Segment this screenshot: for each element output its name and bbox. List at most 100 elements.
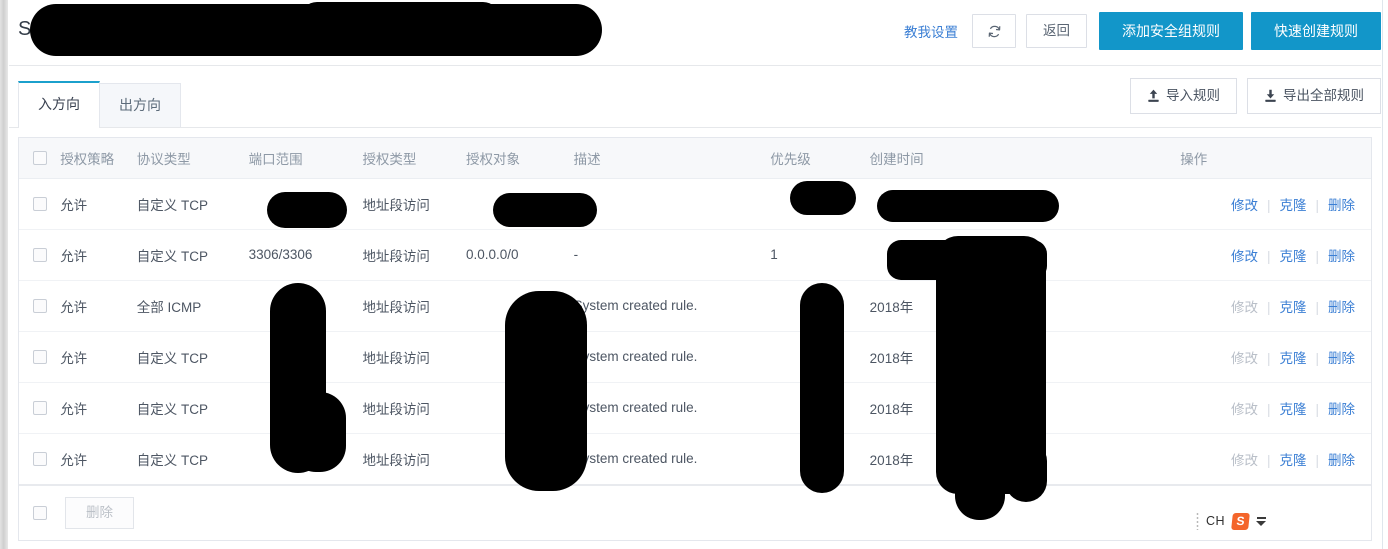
column-header-description[interactable]: 描述 [567,138,765,179]
quick-create-rule-button[interactable]: 快速创建规则 [1251,12,1381,50]
cell-description: - [567,229,765,281]
table-footer: 删除 [19,484,1371,540]
edit-rule-link: 修改 [1230,401,1258,417]
edit-rule-link: 修改 [1230,452,1258,468]
sogou-logo-icon[interactable]: S [1231,512,1250,530]
row-select-checkbox-cell[interactable] [19,331,55,383]
row-checkbox[interactable] [33,452,47,467]
row-select-checkbox-cell[interactable] [19,433,55,485]
page-header: S t-jf8 教我设置 返回 添加安全组规则 快速创建规则 [9,0,1381,66]
ime-drag-handle[interactable] [1196,512,1199,530]
column-header-port-range[interactable]: 端口范围 [242,138,357,179]
row-checkbox[interactable] [33,248,47,263]
page-title: S t-jf8 [18,18,74,40]
delete-rule-link[interactable]: 删除 [1328,453,1355,468]
clone-rule-link[interactable]: 克隆 [1279,300,1306,315]
column-header-auth-type[interactable]: 授权类型 [356,138,460,179]
action-separator: | [1266,248,1271,264]
action-separator: | [1315,248,1319,264]
cell-protocol: 自定义 TCP [130,178,243,230]
cell-actions: 修改 | 克隆 | 删除 [1174,178,1371,230]
cell-created-at: 2018年 [863,331,1175,383]
import-rules-button[interactable]: 导入规则 [1130,78,1237,114]
action-separator: | [1315,401,1319,417]
bulk-delete-button[interactable]: 删除 [65,496,134,529]
screenshot-root: S t-jf8 教我设置 返回 添加安全组规则 快速创建规则 入方向 出方向 导… [0,0,1388,549]
back-button[interactable]: 返回 [1026,14,1087,48]
cell-priority [764,433,864,485]
row-checkbox[interactable] [33,350,47,365]
column-header-policy[interactable]: 授权策略 [54,138,131,179]
cell-created-at: 2018年 [863,433,1175,485]
cell-policy: 允许 [54,280,131,332]
page-right-edge [1382,0,1388,549]
action-separator: | [1315,452,1319,468]
delete-rule-link[interactable]: 删除 [1328,351,1355,366]
action-separator: | [1266,350,1271,366]
cell-auth-type: 地址段访问 [356,178,460,230]
ime-menu-icon[interactable] [1256,516,1267,526]
select-all-header [19,138,55,179]
cell-actions: 修改 | 克隆 | 删除 [1174,433,1371,485]
cell-port-range: 3306/3306 [242,229,357,281]
row-select-checkbox-cell[interactable] [19,229,55,281]
row-checkbox[interactable] [33,401,47,416]
row-select-checkbox-cell[interactable] [19,178,55,230]
clone-rule-link[interactable]: 克隆 [1279,351,1306,366]
direction-tabbar: 入方向 出方向 导入规则 导出全部规则 [9,66,1381,128]
column-header-auth-object[interactable]: 授权对象 [459,138,568,179]
delete-rule-link[interactable]: 删除 [1328,300,1355,315]
delete-rule-link[interactable]: 删除 [1328,249,1355,264]
table-row: 允许 自定义 TCP 地址段访问 System created rule. 2018年修… [19,331,1371,383]
table-row: 允许 自定义 TCP 3306/3306 地址段访问 0.0.0.0/0-1 修改 | 克隆 |… [19,229,1371,281]
tab-inbound[interactable]: 入方向 [18,81,100,128]
table-body: 允许 自定义 TCP 地址段访问 - 修改 | 克隆 | 删除 允许 自定义 TCP 3306/330… [19,178,1371,485]
column-header-actions: 操作 [1174,138,1371,179]
cell-protocol: 自定义 TCP [130,382,243,434]
refresh-button[interactable] [972,14,1016,48]
clone-rule-link[interactable]: 克隆 [1279,453,1306,468]
delete-rule-link[interactable]: 删除 [1328,198,1355,213]
cell-description: System created rule. [567,382,765,434]
select-all-checkbox[interactable] [33,151,47,166]
table-head: 授权策略 协议类型 端口范围 授权类型 授权对象 描述 优先级 创建时间 操作 [19,138,1371,179]
clone-rule-link[interactable]: 克隆 [1279,198,1306,213]
footer-select-all-checkbox[interactable] [33,505,47,520]
tab-list: 入方向 出方向 [18,81,181,128]
edit-rule-link[interactable]: 修改 [1231,198,1258,213]
row-select-checkbox-cell[interactable] [19,382,55,434]
cell-created-at [863,178,1175,230]
action-separator: | [1266,401,1271,417]
cell-protocol: 自定义 TCP [130,229,243,281]
teach-me-settings-link[interactable]: 教我设置 [904,21,958,41]
clone-rule-link[interactable]: 克隆 [1279,402,1306,417]
action-separator: | [1266,452,1271,468]
ime-menu-bar [1256,516,1266,519]
table-row: 允许 自定义 TCP 地址段访问 - 修改 | 克隆 | 删除 [19,178,1371,230]
ime-toolbar[interactable]: CH S [1196,508,1267,534]
export-all-rules-button[interactable]: 导出全部规则 [1247,78,1381,114]
cell-policy: 允许 [54,178,131,230]
add-security-group-rule-button[interactable]: 添加安全组规则 [1099,12,1243,50]
cell-description: - [567,178,765,230]
cell-auth-object: 0.0.0.0/0 [459,229,568,281]
cell-auth-object [459,280,568,332]
cell-port-range [242,280,357,332]
column-header-priority[interactable]: 优先级 [764,138,864,179]
cell-actions: 修改 | 克隆 | 删除 [1174,382,1371,434]
tab-outbound[interactable]: 出方向 [99,83,181,127]
row-select-checkbox-cell[interactable] [19,280,55,332]
clone-rule-link[interactable]: 克隆 [1279,249,1306,264]
edit-rule-link[interactable]: 修改 [1231,249,1258,264]
action-separator: | [1315,350,1319,366]
ime-language-label[interactable]: CH [1206,514,1225,528]
cell-auth-type: 地址段访问 [356,382,460,434]
console-sidebar-edge [0,0,8,549]
row-checkbox[interactable] [33,299,47,314]
row-checkbox[interactable] [33,197,47,212]
delete-rule-link[interactable]: 删除 [1328,402,1355,417]
column-header-protocol[interactable]: 协议类型 [130,138,243,179]
edit-rule-link: 修改 [1230,350,1258,366]
column-header-created-at[interactable]: 创建时间 [863,138,1175,179]
table-row: 允许 自定义 TCP 地址段访问 System created rule. 2018年修… [19,382,1371,434]
